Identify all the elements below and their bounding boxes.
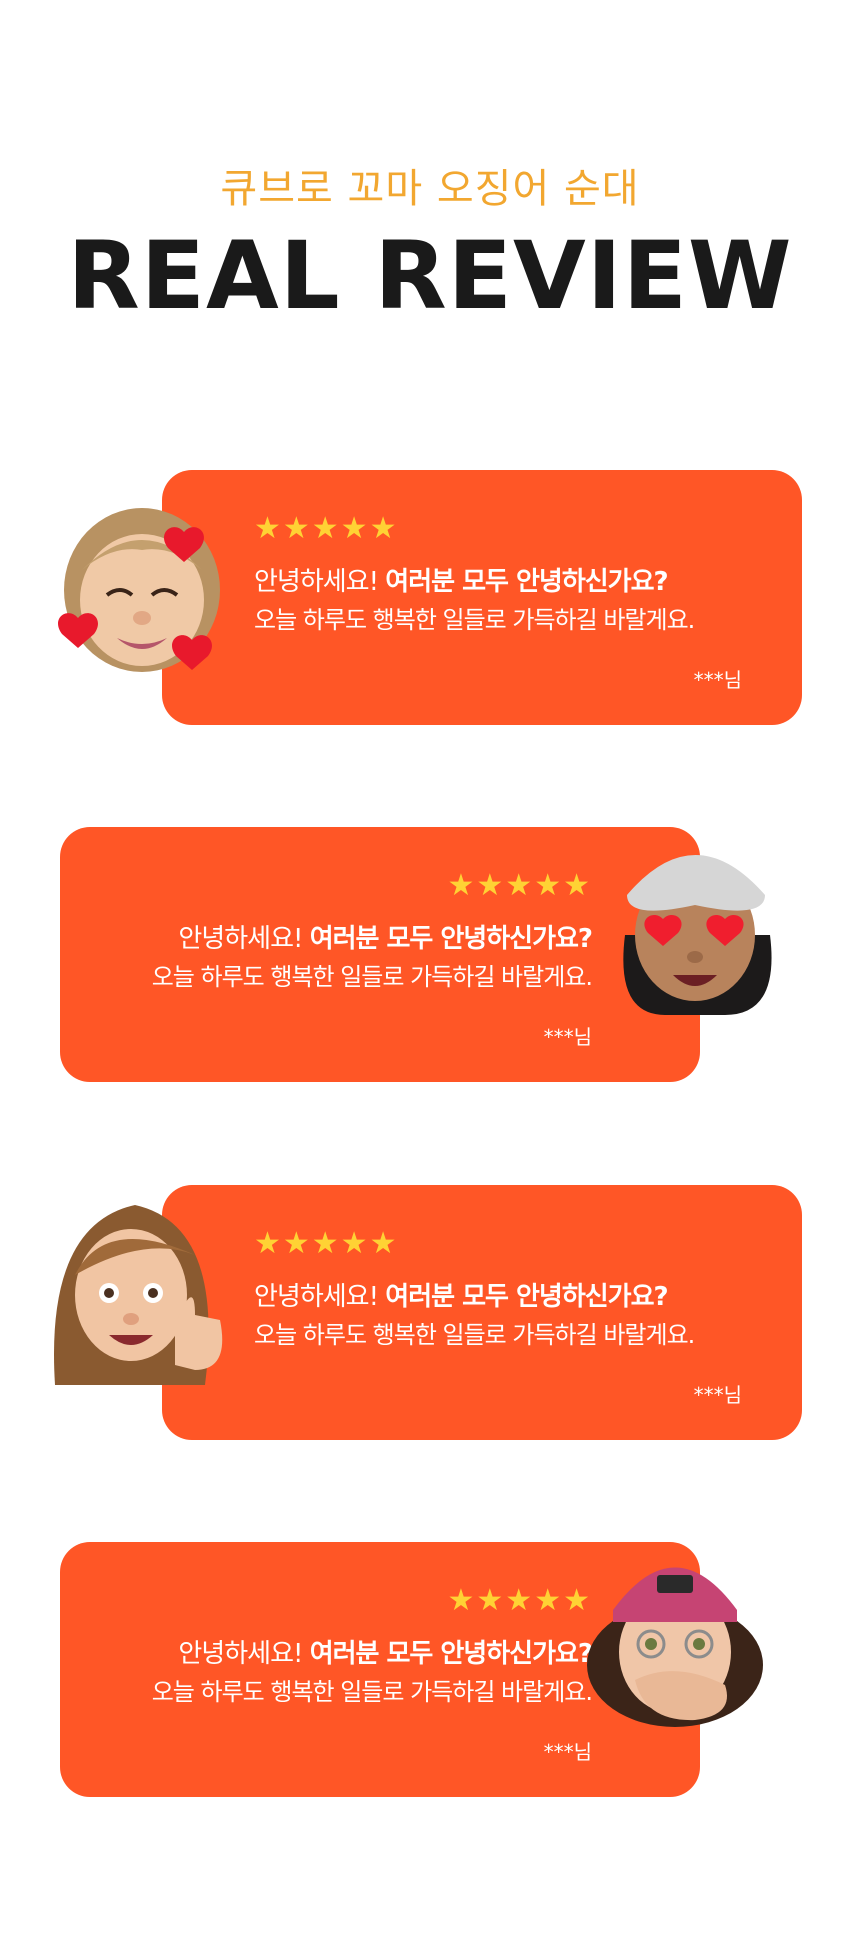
review-headline-line: 안녕하세요! 여러분 모두 안녕하신가요? [90, 1636, 593, 1672]
review-card-3: ★★★★★ 안녕하세요! 여러분 모두 안녕하신가요? 오늘 하루도 행복한 일… [162, 1185, 802, 1440]
review-headline-line: 안녕하세요! 여러분 모두 안녕하신가요? [254, 1279, 742, 1315]
review-headline: 여러분 모두 안녕하신가요? [309, 1639, 593, 1669]
review-greeting: 안녕하세요! [254, 567, 379, 597]
page-title: REAL REVIEW [67, 222, 793, 331]
memoji-heart-eyes-icon [605, 825, 785, 1015]
review-body: 오늘 하루도 행복한 일들로 가득하길 바랄게요. [151, 963, 593, 991]
review-card-1: ★★★★★ 안녕하세요! 여러분 모두 안녕하신가요? 오늘 하루도 행복한 일… [162, 470, 802, 725]
review-body: 오늘 하루도 행복한 일들로 가득하길 바랄게요. [151, 1678, 593, 1706]
review-author: ***님 [543, 1025, 592, 1049]
memoji-heart-face-icon [52, 490, 232, 680]
memoji-hand-over-mouth-icon [585, 1540, 765, 1730]
review-body: 오늘 하루도 행복한 일들로 가득하길 바랄게요. [254, 606, 695, 634]
review-greeting: 안녕하세요! [178, 924, 303, 954]
star-rating: ★★★★★ [447, 868, 592, 903]
review-headline: 여러분 모두 안녕하신가요? [385, 1282, 668, 1312]
review-headline: 여러분 모두 안녕하신가요? [309, 924, 593, 954]
review-greeting: 안녕하세요! [254, 1282, 379, 1312]
star-rating: ★★★★★ [254, 1226, 399, 1261]
star-rating: ★★★★★ [254, 511, 399, 546]
star-rating: ★★★★★ [447, 1583, 592, 1618]
review-headline-line: 안녕하세요! 여러분 모두 안녕하신가요? [254, 564, 742, 600]
review-author: ***님 [693, 1383, 742, 1407]
section-subtitle: 큐브로 꼬마 오징어 순대 [220, 166, 640, 212]
review-card-2: ★★★★★ 안녕하세요! 여러분 모두 안녕하신가요? 오늘 하루도 행복한 일… [60, 827, 700, 1082]
review-greeting: 안녕하세요! [178, 1639, 303, 1669]
review-body: 오늘 하루도 행복한 일들로 가득하길 바랄게요. [254, 1321, 695, 1349]
review-author: ***님 [693, 668, 742, 692]
review-headline-line: 안녕하세요! 여러분 모두 안녕하신가요? [90, 921, 593, 957]
review-author: ***님 [543, 1740, 592, 1764]
review-headline: 여러분 모두 안녕하신가요? [385, 567, 668, 597]
memoji-thumbs-up-icon [45, 1195, 225, 1385]
